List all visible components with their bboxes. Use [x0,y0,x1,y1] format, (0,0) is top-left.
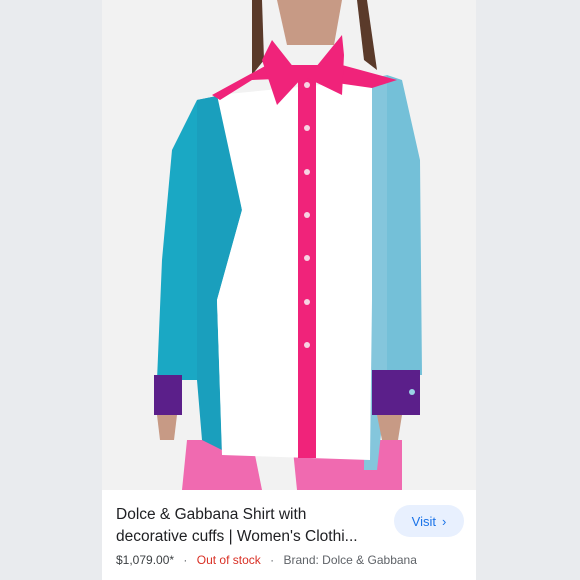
product-title[interactable]: Dolce & Gabbana Shirt with decorative cu… [116,504,376,548]
left-background [0,0,102,580]
separator-dot: · [183,553,188,567]
right-background [476,0,580,580]
product-brand: Brand: Dolce & Gabbana [283,553,417,567]
separator-dot: · [270,553,275,567]
product-meta: $1,079.00* · Out of stock · Brand: Dolce… [116,553,417,567]
product-info: Dolce & Gabbana Shirt with decorative cu… [102,490,476,580]
product-price: $1,079.00* [116,553,175,567]
stock-status: Out of stock [196,553,261,567]
shirt-illustration [102,0,476,490]
visit-label: Visit [411,513,436,529]
product-card[interactable]: Dolce & Gabbana Shirt with decorative cu… [102,0,476,580]
visit-button[interactable]: Visit › [394,505,464,537]
chevron-right-icon: › [441,513,447,529]
product-image[interactable] [102,0,476,490]
